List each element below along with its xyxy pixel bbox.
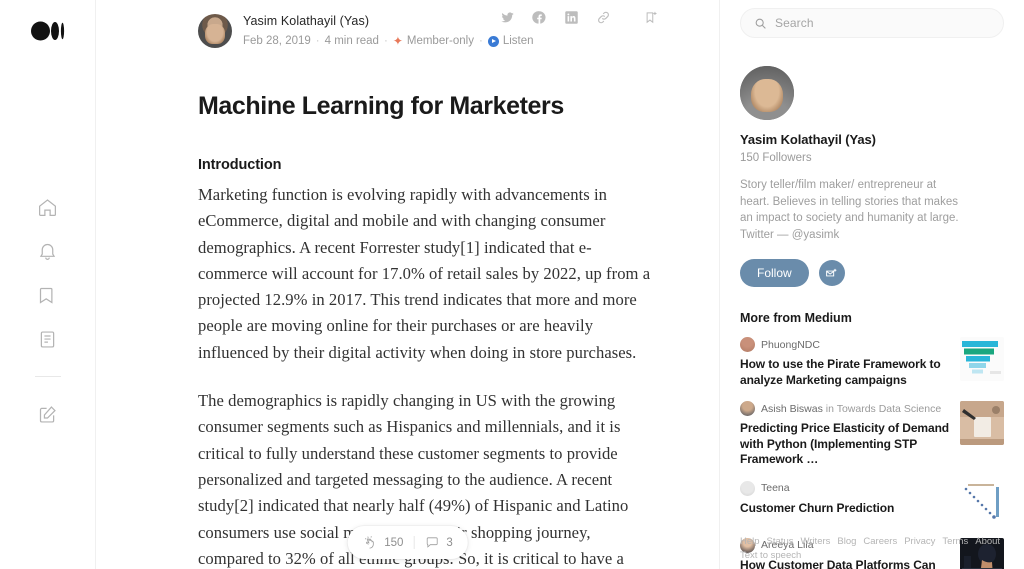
author-avatar[interactable] [198,14,232,48]
footer-link[interactable]: Writers [800,536,830,547]
rec-author: Teena [761,482,790,494]
mail-subscribe-icon[interactable] [818,260,845,286]
rec-byline: Asish Biswas in Towards Data Science [740,401,950,416]
list-item[interactable]: PhuongNDC How to use the Pirate Framewor… [740,337,1004,388]
rail-icon-group [34,196,61,425]
star-icon: ✦ [392,34,403,48]
meta-separator: · [383,35,388,47]
search-input[interactable]: Search [740,8,1004,38]
rec-title: Predicting Price Elasticity of Demand wi… [740,421,950,466]
medium-logo[interactable] [30,18,65,44]
scatter-plot-thumb [960,480,1004,525]
section-heading: Introduction [198,157,282,173]
right-sidebar: Search Yasim Kolathayil (Yas) 150 Follow… [720,0,1024,569]
comment-count: 3 [446,536,453,549]
facebook-icon[interactable] [532,10,547,25]
footer-link[interactable]: Careers [863,536,897,547]
bookmark-add-icon[interactable] [644,10,659,25]
rec-in-word: in [825,402,834,415]
rec-byline: PhuongNDC [740,337,950,352]
listen-button[interactable]: Listen [487,33,534,49]
home-icon[interactable] [37,196,59,218]
share-icon-row [500,10,659,25]
listen-label: Listen [502,35,534,47]
avatar [740,480,755,496]
desk-photo-thumb [960,401,1004,445]
linkedin-icon[interactable] [564,10,579,25]
rec-byline: Teena [740,480,950,496]
more-from-medium-heading: More from Medium [740,311,852,325]
list-item[interactable]: Asish Biswas in Towards Data Science Pre… [740,401,1004,468]
rail-divider [34,376,61,377]
article-column: Yasim Kolathayil (Yas) Feb 28, 2019 · 4 … [96,0,720,569]
page-title: Machine Learning for Marketers [198,92,564,120]
author-name[interactable]: Yasim Kolathayil (Yas) [243,13,534,30]
footer-links: Help Status Writers Blog Careers Privacy… [740,536,1004,547]
article-meta-line: Feb 28, 2019 · 4 min read · ✦ Member-onl… [243,33,534,49]
sidebar-author-name[interactable]: Yasim Kolathayil (Yas) [740,132,1004,147]
sidebar-avatar[interactable] [740,66,794,120]
list-item[interactable]: Teena Customer Churn Prediction [740,480,1004,525]
text-to-speech-link[interactable]: Text to speech [740,550,1004,561]
footer-link[interactable]: Terms [942,536,968,547]
member-only-label: Member-only [406,35,474,47]
footer-link[interactable]: Help [740,536,760,547]
rec-title: Customer Churn Prediction [740,500,895,515]
rec-author: Asish Biswas in Towards Data Science [761,403,941,415]
rec-author-name: Asish Biswas [761,402,823,415]
link-icon[interactable] [596,10,611,25]
footer-link[interactable]: Blog [837,536,856,547]
clap-button[interactable]: 150 [362,535,403,550]
footer-link[interactable]: About [975,536,1000,547]
follow-button[interactable]: Follow [740,259,809,287]
sidebar-footer: Help Status Writers Blog Careers Privacy… [740,536,1004,561]
profile-action-row: Follow [740,259,1004,287]
write-icon[interactable] [37,403,59,425]
rec-author: PhuongNDC [761,338,820,351]
avatar [740,401,755,416]
stories-icon[interactable] [37,328,59,350]
bell-icon[interactable] [37,240,59,262]
search-icon [755,18,766,29]
medium-article-page: Yasim Kolathayil (Yas) Feb 28, 2019 · 4 … [0,0,1024,569]
left-navigation-rail [0,0,96,569]
footer-link[interactable]: Status [767,536,794,547]
engagement-bar: 150 3 [347,526,468,559]
comment-button[interactable]: 3 [424,535,453,550]
author-bio: Story teller/film maker/ entrepreneur at… [740,179,959,241]
twitter-icon[interactable] [500,10,515,25]
member-only-badge: ✦ Member-only [393,33,474,49]
read-time: 4 min read [324,35,379,47]
avatar [740,337,755,352]
publish-date: Feb 28, 2019 [243,35,311,47]
engagement-divider [413,536,415,549]
rec-publication: Towards Data Science [836,402,942,415]
play-icon [487,35,499,47]
rec-title: How to use the Pirate Framework to analy… [740,357,941,387]
meta-separator: · [315,35,320,47]
article-paragraph: Marketing function is evolving rapidly w… [198,185,651,362]
footer-link[interactable]: Privacy [904,536,935,547]
search-placeholder: Search [775,16,814,30]
funnel-chart-thumb [960,337,1004,381]
bookmark-icon[interactable] [37,284,59,306]
meta-separator: · [478,35,483,47]
follower-count: 150 Followers [740,152,812,164]
clap-count: 150 [384,536,404,549]
